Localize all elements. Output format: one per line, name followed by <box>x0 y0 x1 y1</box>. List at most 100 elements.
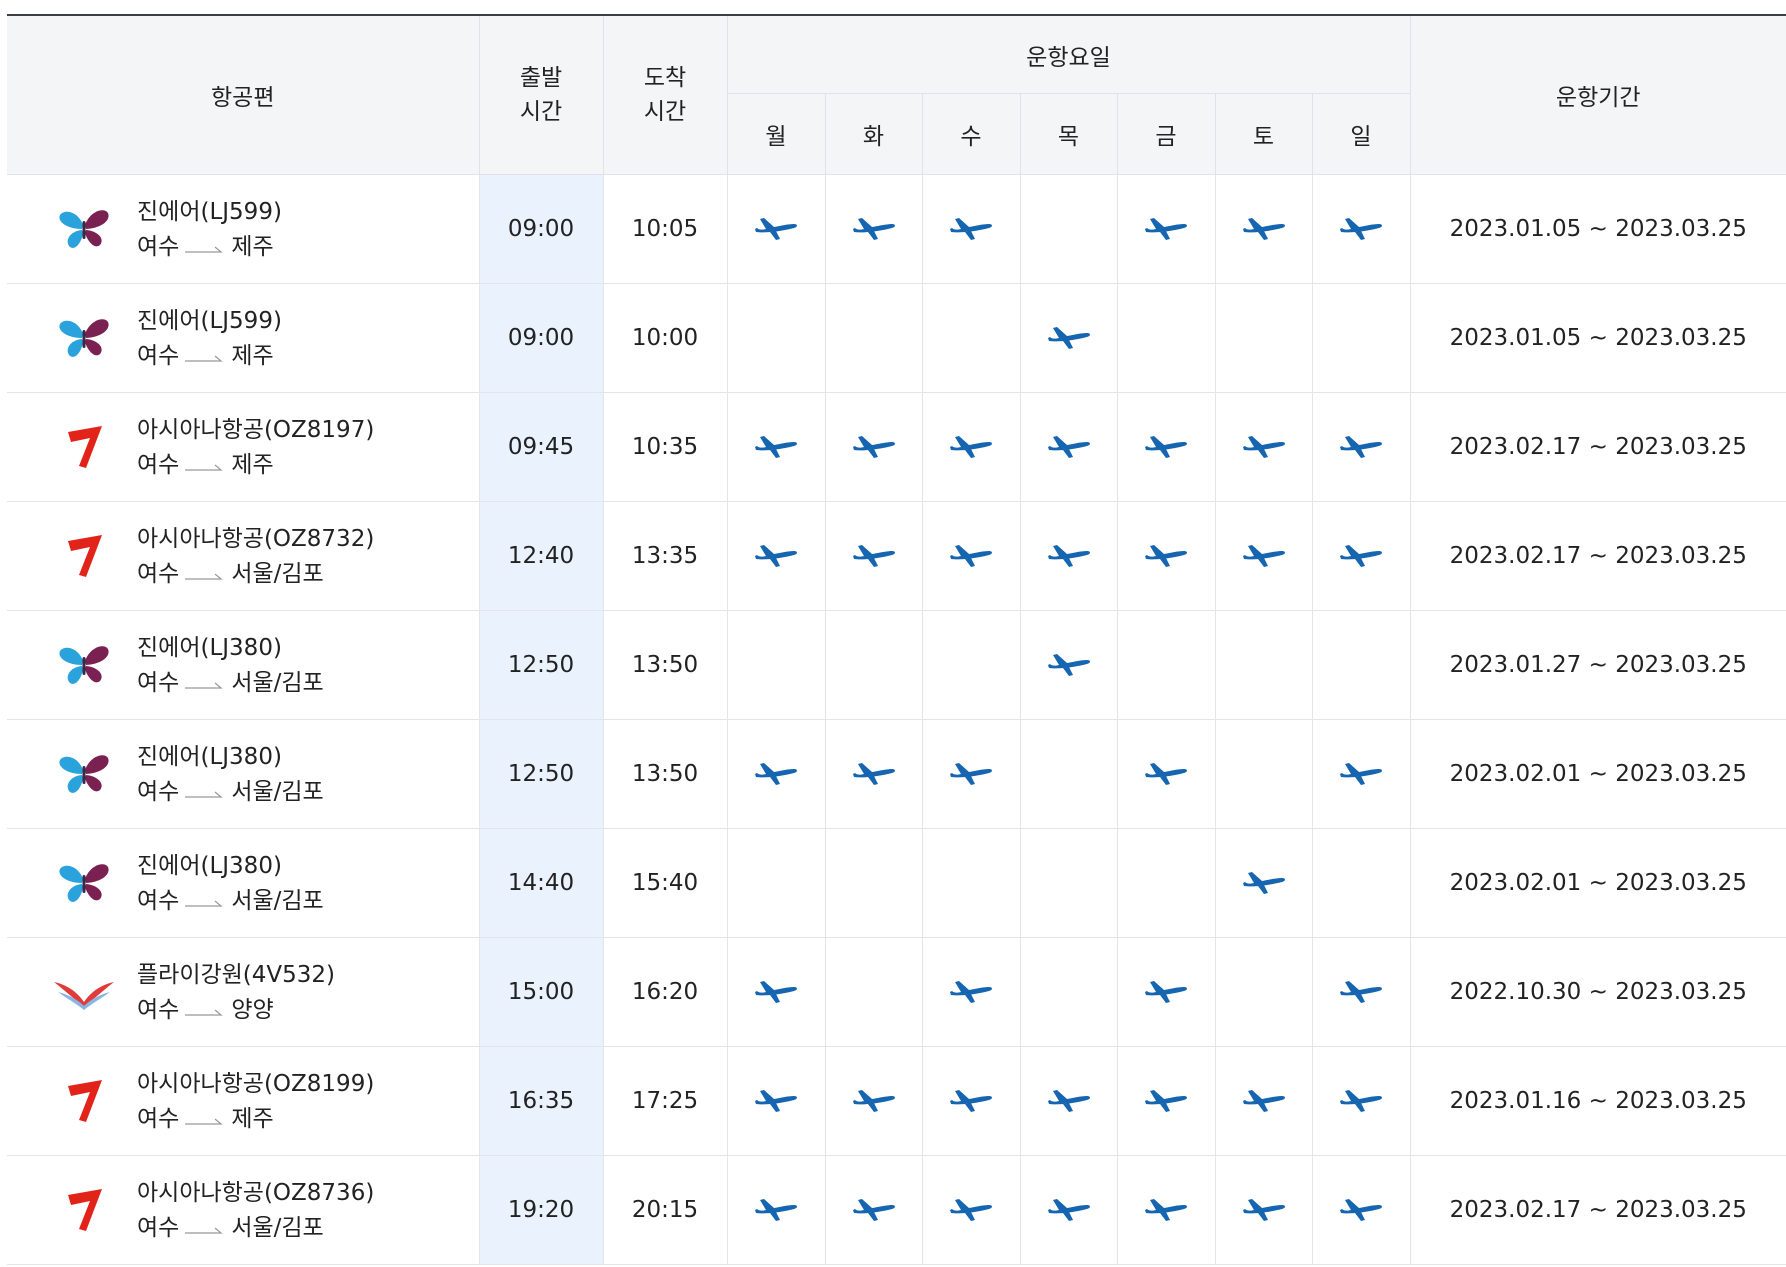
arrival-time: 15:40 <box>602 828 727 938</box>
plane-icon <box>1242 216 1286 242</box>
operating-period: 2023.02.01 ~ 2023.03.25 <box>1409 828 1786 938</box>
plane-icon <box>949 1088 993 1114</box>
asiana-logo-icon <box>54 1186 114 1234</box>
plane-icon <box>1047 1197 1091 1223</box>
day-cell-sun <box>1311 501 1410 611</box>
airline-cell: 아시아나항공(OZ8732) 여수 서울/김포 <box>7 501 479 611</box>
table-row: 진에어(LJ599) 여수 제주 09:00 10:05 2023.01.05 ~ 202… <box>7 174 1786 284</box>
day-cell-mon <box>726 283 825 393</box>
day-cell-wed <box>921 1155 1020 1265</box>
day-cell-tue <box>824 501 922 611</box>
day-cell-sun <box>1311 1046 1410 1156</box>
departure-time: 14:40 <box>478 828 603 938</box>
header-departure: 출발 시간 <box>478 14 603 175</box>
airline-cell: 진에어(LJ380) 여수 서울/김포 <box>7 828 479 938</box>
plane-icon <box>1339 761 1383 787</box>
flight-name: 진에어(LJ599) <box>137 307 282 334</box>
plane-icon <box>1047 325 1091 351</box>
airline-cell: 진에어(LJ599) 여수 제주 <box>7 283 479 393</box>
departure-time: 09:45 <box>478 392 603 502</box>
route-destination: 서울/김포 <box>231 560 324 587</box>
route-origin: 여수 <box>137 1214 180 1241</box>
day-cell-fri <box>1116 610 1215 720</box>
day-cell-thu <box>1019 610 1117 720</box>
route: 여수 양양 <box>137 994 335 1026</box>
day-cell-sat <box>1214 719 1312 829</box>
jinair-logo-icon <box>54 859 114 907</box>
route-arrow-icon <box>179 885 231 917</box>
table-row: 아시아나항공(OZ8199) 여수 제주 16:35 17:25 2023.01.16 ~… <box>7 1046 1786 1156</box>
route-arrow-icon <box>179 449 231 481</box>
operating-period: 2023.02.01 ~ 2023.03.25 <box>1409 719 1786 829</box>
day-cell-sat <box>1214 283 1312 393</box>
plane-icon <box>1242 434 1286 460</box>
day-cell-mon <box>726 501 825 611</box>
route-destination: 제주 <box>231 451 274 478</box>
flight-name: 진에어(LJ380) <box>137 634 282 661</box>
plane-icon <box>1339 1088 1383 1114</box>
plane-icon <box>1144 434 1188 460</box>
departure-time: 09:00 <box>478 283 603 393</box>
route-arrow-icon <box>179 558 231 590</box>
day-cell-mon <box>726 828 825 938</box>
day-cell-wed <box>921 610 1020 720</box>
route: 여수 서울/김포 <box>137 558 374 590</box>
day-cell-mon <box>726 1046 825 1156</box>
route-destination: 서울/김포 <box>231 778 324 805</box>
route-origin: 여수 <box>137 996 180 1023</box>
route-origin: 여수 <box>137 451 180 478</box>
plane-icon <box>1047 543 1091 569</box>
plane-icon <box>1242 1088 1286 1114</box>
route-arrow-icon <box>179 340 231 372</box>
day-cell-fri <box>1116 1155 1215 1265</box>
operating-period: 2023.02.17 ~ 2023.03.25 <box>1409 392 1786 502</box>
day-cell-sat <box>1214 610 1312 720</box>
plane-icon <box>949 1197 993 1223</box>
plane-icon <box>1144 761 1188 787</box>
day-cell-sat <box>1214 501 1312 611</box>
day-cell-tue <box>824 1046 922 1156</box>
plane-icon <box>852 434 896 460</box>
arrival-time: 10:05 <box>602 174 727 284</box>
table-body: 진에어(LJ599) 여수 제주 09:00 10:05 2023.01.05 ~ 202… <box>7 174 1786 1265</box>
day-cell-mon <box>726 719 825 829</box>
route-destination: 제주 <box>231 1105 274 1132</box>
day-cell-sat <box>1214 1155 1312 1265</box>
route: 여수 제주 <box>137 340 282 372</box>
header-day-wed: 수 <box>921 93 1020 175</box>
airline-cell: 진에어(LJ599) 여수 제주 <box>7 174 479 284</box>
airline-cell: 진에어(LJ380) 여수 서울/김포 <box>7 719 479 829</box>
plane-icon <box>1339 434 1383 460</box>
day-cell-fri <box>1116 174 1215 284</box>
table-row: 진에어(LJ599) 여수 제주 09:00 10:00 2023.01.05 ~ 202… <box>7 283 1786 393</box>
route-origin: 여수 <box>137 778 180 805</box>
day-cell-thu <box>1019 719 1117 829</box>
table-row: 진에어(LJ380) 여수 서울/김포 12:50 13:50 2023.02.01 ~ … <box>7 719 1786 829</box>
day-cell-wed <box>921 1046 1020 1156</box>
arrival-time: 10:35 <box>602 392 727 502</box>
departure-time: 12:40 <box>478 501 603 611</box>
day-cell-fri <box>1116 501 1215 611</box>
header-operating-days: 운항요일 <box>726 14 1410 94</box>
plane-icon <box>1144 979 1188 1005</box>
route-destination: 서울/김포 <box>231 887 324 914</box>
day-cell-sun <box>1311 392 1410 502</box>
plane-icon <box>949 979 993 1005</box>
plane-icon <box>754 216 798 242</box>
day-cell-sun <box>1311 174 1410 284</box>
route-arrow-icon <box>179 994 231 1026</box>
flight-name: 아시아나항공(OZ8199) <box>137 1070 375 1097</box>
asiana-logo-icon <box>54 423 114 471</box>
day-cell-thu <box>1019 174 1117 284</box>
asiana-logo-icon <box>54 1077 114 1125</box>
day-cell-tue <box>824 937 922 1047</box>
plane-icon <box>949 761 993 787</box>
flight-name: 아시아나항공(OZ8197) <box>137 416 375 443</box>
operating-period: 2023.02.17 ~ 2023.03.25 <box>1409 501 1786 611</box>
day-cell-sun <box>1311 937 1410 1047</box>
route-destination: 제주 <box>231 233 274 260</box>
route-origin: 여수 <box>137 887 180 914</box>
schedule-table: 항공편 출발 시간 도착 시간 운항요일 운항기간 월 화 수 목 금 토 일 … <box>7 14 1786 1265</box>
day-cell-sun <box>1311 828 1410 938</box>
flight-name: 진에어(LJ380) <box>137 852 282 879</box>
